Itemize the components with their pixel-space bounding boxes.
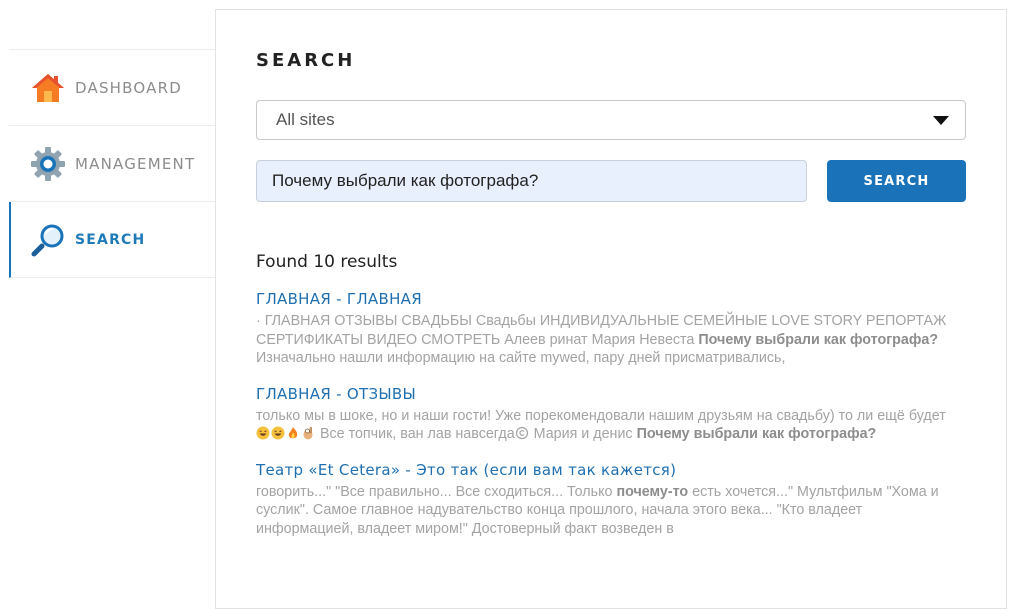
snippet-text: только мы в шоке, но и наши гости! Уже п… — [256, 407, 946, 424]
fire-icon — [288, 427, 298, 439]
gear-icon — [29, 145, 67, 183]
site-select[interactable]: All sites — [256, 100, 966, 140]
sidebar-item-management[interactable]: MANAGEMENT — [9, 126, 215, 202]
results-list: ГЛАВНАЯ - ГЛАВНАЯ · ГЛАВНАЯ ОТЗЫВЫ СВАДЬ… — [256, 290, 956, 555]
sidebar-item-search[interactable]: SEARCH — [9, 202, 215, 278]
snippet-highlight: почему-то — [616, 483, 689, 500]
magnifier-icon — [29, 221, 67, 259]
snippet-text: Изначально нашли информацию на сайте myw… — [256, 350, 786, 366]
results-count: Found 10 results — [256, 252, 398, 272]
result-title-link[interactable]: Театр «Et Cetera» - Это так (если вам та… — [256, 461, 956, 479]
result-title-link[interactable]: ГЛАВНАЯ - ОТЗЫВЫ — [256, 385, 956, 403]
snippet-highlight: Почему выбрали как фотографа? — [698, 331, 939, 348]
sidebar: DASHBOARD MANAGEMENT SEARCH — [9, 49, 215, 278]
sidebar-item-label: SEARCH — [75, 231, 146, 248]
page-title: SEARCH — [256, 50, 356, 71]
sidebar-item-dashboard[interactable]: DASHBOARD — [9, 50, 215, 126]
laughing-face-icon — [256, 426, 270, 440]
sidebar-item-label: DASHBOARD — [75, 78, 182, 97]
search-panel: SEARCH All sites SEARCH Found 10 results… — [215, 9, 1007, 609]
site-select-value: All sites — [276, 110, 335, 129]
result-snippet: · ГЛАВНАЯ ОТЗЫВЫ СВАДЬБЫ Свадьбы ИНДИВИД… — [256, 312, 956, 368]
snippet-highlight: Почему выбрали как фотографа? — [636, 426, 877, 442]
ok-hand-icon — [303, 426, 313, 440]
snippet-text: говорить..." "Все правильно... Все сходи… — [256, 483, 617, 500]
copyright-icon — [515, 426, 528, 440]
chevron-down-icon — [933, 116, 949, 125]
search-button[interactable]: SEARCH — [827, 160, 966, 202]
list-item: Театр «Et Cetera» - Это так (если вам та… — [256, 461, 956, 539]
result-title-link[interactable]: ГЛАВНАЯ - ГЛАВНАЯ — [256, 290, 956, 308]
sidebar-item-label: MANAGEMENT — [75, 154, 196, 173]
list-item: ГЛАВНАЯ - ОТЗЫВЫ только мы в шоке, но и … — [256, 385, 956, 444]
result-snippet: говорить..." "Все правильно... Все сходи… — [256, 483, 956, 539]
search-input[interactable] — [256, 160, 807, 202]
list-item: ГЛАВНАЯ - ГЛАВНАЯ · ГЛАВНАЯ ОТЗЫВЫ СВАДЬ… — [256, 290, 956, 368]
snippet-text: Все топчик, ван лав навсегда — [316, 426, 515, 442]
laughing-face-icon — [271, 426, 285, 440]
result-snippet: только мы в шоке, но и наши гости! Уже п… — [256, 407, 956, 444]
snippet-text: Мария и денис — [529, 426, 637, 442]
house-icon — [29, 69, 67, 107]
